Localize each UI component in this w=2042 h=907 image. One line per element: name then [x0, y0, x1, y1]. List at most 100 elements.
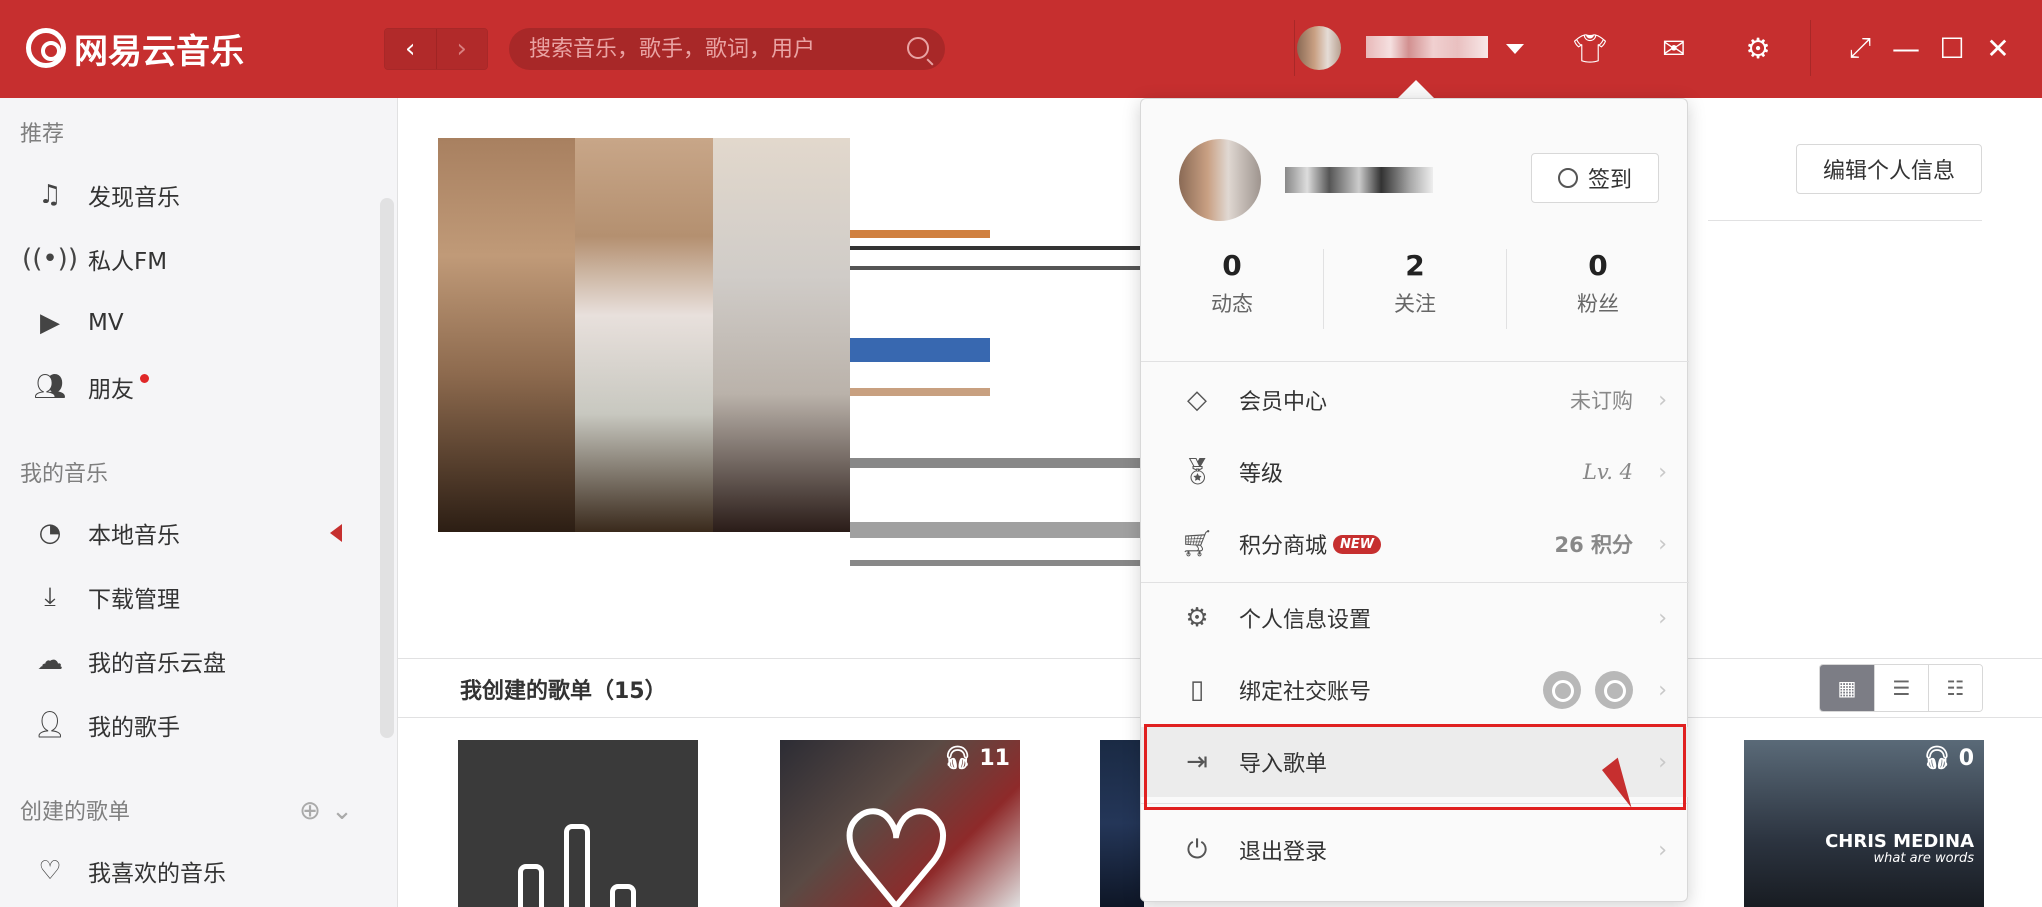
playing-speaker-icon	[330, 524, 342, 542]
playlist-card[interactable]	[458, 740, 698, 907]
signin-button[interactable]: 签到	[1531, 153, 1659, 203]
music-note-icon: ♫	[38, 180, 62, 210]
sidebar-item-liked-music[interactable]: ♡ 我喜欢的音乐	[32, 846, 372, 896]
section-my-music: 我的音乐	[20, 462, 109, 487]
menu-label: 退出登录	[1239, 840, 1328, 865]
menu-level[interactable]: 🏅︎ 等级 Lv. 4 ›	[1141, 437, 1689, 507]
stat-label: 粉丝	[1577, 292, 1619, 316]
popup-arrow	[1398, 80, 1434, 98]
minimize-icon[interactable]: —	[1888, 30, 1924, 66]
menu-label: 积分商城	[1239, 534, 1328, 559]
chevron-right-icon: ›	[1658, 605, 1667, 631]
gear-icon[interactable]: ⚙︎	[1740, 30, 1776, 66]
douban-icon[interactable]	[1595, 671, 1633, 709]
sidebar-item-local-music[interactable]: ◔ 本地音乐	[32, 508, 372, 558]
stat-followers[interactable]: 0 粉丝	[1506, 249, 1689, 329]
sidebar-item-downloads[interactable]: ⤓ 下载管理	[32, 572, 372, 622]
forward-button[interactable]: ›	[435, 29, 487, 69]
new-badge: NEW	[1333, 534, 1382, 554]
title-bar: 网易云音乐 ‹ › 👕︎ ✉︎ ⚙︎ ⤢ — ☐ ✕	[0, 0, 2042, 98]
chevron-right-icon: ›	[1658, 531, 1667, 557]
stat-label: 动态	[1211, 292, 1253, 316]
divider	[1294, 20, 1295, 76]
weibo-icon[interactable]	[1543, 671, 1581, 709]
sidebar-item-label: 我的音乐云盘	[88, 651, 226, 677]
sidebar-item-mv[interactable]: ▶ MV	[32, 298, 372, 348]
app-title: 网易云音乐	[74, 31, 244, 72]
menu-label: 绑定社交账号	[1239, 680, 1372, 705]
menu-vip-center[interactable]: ◇ 会员中心 未订购 ›	[1141, 365, 1689, 435]
stat-number: 2	[1405, 249, 1425, 282]
grid-view-icon[interactable]: ▦	[1820, 665, 1874, 711]
maximize-icon[interactable]: ☐	[1934, 30, 1970, 66]
sidebar-item-label: MV	[88, 310, 124, 336]
sidebar: 推荐 ♫ 发现音乐 ((•)) 私人FM ▶ MV 👥︎ 朋友 我的音乐 ◔ 本…	[0, 98, 398, 907]
stat-number: 0	[1222, 249, 1242, 282]
sidebar-item-fm[interactable]: ((•)) 私人FM	[22, 234, 372, 284]
local-music-icon: ◔	[38, 518, 62, 548]
heart-icon: ♥	[835, 785, 958, 907]
mini-mode-icon[interactable]: ⤢	[1842, 30, 1878, 66]
view-toggle: ▦ ☰ ☷	[1819, 664, 1983, 712]
chevron-down-icon[interactable]: ⌄	[328, 793, 356, 829]
signin-label: 签到	[1587, 168, 1632, 193]
stat-number: 0	[1588, 249, 1608, 282]
detail-view-icon[interactable]: ☷	[1928, 665, 1982, 711]
username-blurred[interactable]	[1366, 36, 1488, 58]
skin-tshirt-icon[interactable]: 👕︎	[1572, 30, 1608, 66]
stat-label: 关注	[1394, 292, 1436, 316]
artist-icon: 👤︎	[33, 710, 67, 740]
sidebar-item-label: 本地音乐	[88, 523, 180, 549]
menu-logout[interactable]: ⏻ 退出登录 ›	[1141, 815, 1689, 885]
play-count: 🎧︎ 11	[943, 746, 1010, 771]
app-logo[interactable]: 网易云音乐	[26, 22, 244, 74]
menu-bind-social[interactable]: ▯ 绑定社交账号 ›	[1141, 655, 1689, 725]
sidebar-item-label: 私人FM	[88, 249, 168, 275]
back-button[interactable]: ‹	[385, 29, 436, 69]
user-stats: 0 动态 2 关注 0 粉丝	[1141, 249, 1689, 329]
menu-value: 26 积分	[1554, 533, 1633, 557]
close-icon[interactable]: ✕	[1980, 30, 2016, 66]
sidebar-scrollbar[interactable]	[380, 198, 394, 738]
sidebar-item-cloud[interactable]: ☁︎ 我的音乐云盘	[32, 636, 372, 686]
play-count: 🎧︎ 0	[1923, 746, 1974, 771]
notification-dot	[140, 373, 149, 383]
divider	[1708, 220, 1982, 221]
sidebar-item-label: 下载管理	[88, 587, 180, 613]
stat-events[interactable]: 0 动态	[1141, 249, 1323, 329]
netease-music-icon	[26, 28, 66, 68]
history-nav: ‹ ›	[384, 28, 488, 70]
section-title: 我创建的歌单（15）	[460, 679, 667, 704]
caret-down-icon[interactable]	[1506, 44, 1524, 54]
diamond-icon: ◇	[1187, 385, 1207, 415]
sidebar-item-label: 朋友	[88, 377, 134, 403]
sidebar-item-label: 我的歌手	[88, 715, 180, 741]
mail-icon[interactable]: ✉︎	[1656, 30, 1692, 66]
sidebar-item-discover[interactable]: ♫ 发现音乐	[32, 170, 372, 220]
search-box	[509, 28, 945, 70]
divider	[1141, 361, 1689, 362]
add-playlist-icon[interactable]: ⊕	[296, 793, 324, 829]
radio-icon: ((•))	[22, 244, 78, 274]
menu-profile-settings[interactable]: ⚙︎ 个人信息设置 ›	[1141, 583, 1689, 653]
sidebar-item-artists[interactable]: 👤︎ 我的歌手	[32, 700, 372, 750]
menu-points-shop[interactable]: 🛒︎ 积分商城 NEW 26 积分 ›	[1141, 509, 1689, 579]
search-input[interactable]	[529, 36, 899, 62]
user-avatar[interactable]	[1297, 26, 1341, 70]
search-icon[interactable]	[907, 37, 929, 59]
power-icon: ⏻	[1186, 834, 1208, 865]
playlist-card[interactable]	[1100, 740, 1144, 907]
list-view-icon[interactable]: ☰	[1874, 665, 1928, 711]
stat-following[interactable]: 2 关注	[1323, 249, 1506, 329]
sidebar-item-friends[interactable]: 👥︎ 朋友	[32, 362, 372, 412]
playlist-card[interactable]: 🎧︎ 0 CHRIS MEDINA what are words	[1744, 740, 1984, 907]
popup-avatar[interactable]	[1179, 139, 1261, 221]
divider	[1810, 20, 1811, 76]
edit-profile-button[interactable]: 编辑个人信息	[1796, 144, 1982, 194]
video-icon: ▶	[40, 308, 60, 338]
cart-icon: 🛒︎	[1180, 529, 1214, 559]
medal-icon: 🏅︎	[1180, 457, 1214, 487]
album-cover-text: CHRIS MEDINA what are words	[1825, 831, 1974, 866]
playlist-card[interactable]: 🎧︎ 11 ♥	[780, 740, 1020, 907]
heart-icon: ♡	[38, 856, 62, 886]
